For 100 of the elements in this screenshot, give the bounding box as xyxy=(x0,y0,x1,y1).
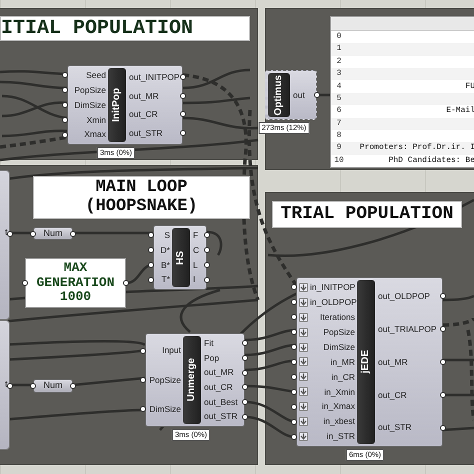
output-grip[interactable] xyxy=(70,383,76,389)
output-grip[interactable] xyxy=(7,231,13,237)
line-number: 4 xyxy=(336,82,342,91)
panel-text: 1000 xyxy=(60,290,92,306)
output-label: I xyxy=(193,275,196,284)
output-grip[interactable] xyxy=(440,293,446,300)
output-label: out_OLDPOP xyxy=(378,292,430,301)
wire xyxy=(317,94,330,96)
output-grip[interactable] xyxy=(180,130,186,136)
line-number: 8 xyxy=(336,132,342,140)
output-grip[interactable] xyxy=(204,276,210,283)
input-label: in_CR xyxy=(331,372,355,382)
output-grip[interactable] xyxy=(242,384,248,390)
input-label: D* xyxy=(160,246,170,254)
output-grip[interactable] xyxy=(242,354,248,361)
output-grip[interactable] xyxy=(440,392,446,398)
wire xyxy=(10,232,33,234)
output-label: out_MR xyxy=(378,358,408,366)
wire xyxy=(10,384,33,386)
component-nickname[interactable]: jEDE xyxy=(357,280,375,444)
output-grip[interactable] xyxy=(204,232,210,238)
output-label: C xyxy=(193,246,200,254)
line-number: 9 xyxy=(336,144,342,152)
number-param[interactable]: Num xyxy=(33,379,73,393)
input-label: DimSize xyxy=(323,342,355,352)
arrow-icon xyxy=(299,387,308,396)
output-grip[interactable] xyxy=(242,414,248,420)
line-number: 6 xyxy=(336,107,342,116)
scribble-text: MAIN LOOP xyxy=(94,178,188,198)
line-number: 7 xyxy=(336,120,342,128)
input-label: Seed xyxy=(86,71,106,80)
output-label: t xyxy=(5,228,8,237)
output-label: out_Best xyxy=(204,398,238,406)
output-label: out xyxy=(293,90,305,100)
arrow-icon xyxy=(299,298,308,307)
output-label: Fit xyxy=(204,339,214,348)
input-label: PopSize xyxy=(149,376,181,384)
input-label: DimSize xyxy=(74,100,106,110)
output-grip[interactable] xyxy=(123,280,129,286)
output-grip[interactable] xyxy=(242,370,248,376)
output-label: out_CR xyxy=(378,390,407,400)
component-nickname[interactable]: HS xyxy=(172,228,190,287)
arrow-icon xyxy=(299,417,308,426)
wire xyxy=(442,426,474,432)
number-param[interactable]: Num xyxy=(33,227,73,240)
component-nickname[interactable]: InitPop xyxy=(108,68,126,142)
panel-text: MAX xyxy=(64,260,88,276)
line-number: 0 xyxy=(336,33,342,42)
input-label: Input xyxy=(162,346,181,355)
wire xyxy=(442,294,474,302)
panel-text: GENERATION xyxy=(36,276,114,290)
input-label: PopSize xyxy=(74,86,106,94)
output-label: out_TRIALPOP xyxy=(378,324,437,334)
output-grip[interactable] xyxy=(7,383,13,389)
arrow-icon xyxy=(299,328,308,337)
input-label: Iterations xyxy=(320,313,355,322)
line-number: 1 xyxy=(336,45,342,54)
output-grip[interactable] xyxy=(180,92,186,99)
output-grip[interactable] xyxy=(242,340,248,346)
arrow-icon xyxy=(299,432,308,442)
arrow-icon xyxy=(299,282,308,292)
output-grip[interactable] xyxy=(314,92,320,98)
input-label: in_STR xyxy=(326,432,355,441)
output-label: out_MR xyxy=(204,368,234,377)
output-label: out_INITPOP xyxy=(129,73,180,82)
input-label: in_xbest xyxy=(323,417,355,426)
input-label: in_INITPOP xyxy=(310,283,356,292)
output-grip[interactable] xyxy=(440,358,446,365)
input-label: in_Xmax xyxy=(322,402,355,411)
output-grip[interactable] xyxy=(204,247,210,254)
output-label: t xyxy=(5,380,8,389)
line-number: 5 xyxy=(336,94,342,103)
output-grip[interactable] xyxy=(440,424,446,431)
output-grip[interactable] xyxy=(242,398,248,405)
output-label: out_STR xyxy=(378,423,412,432)
line-number: 10 xyxy=(333,156,345,165)
input-label: T* xyxy=(162,275,170,284)
arrow-icon xyxy=(299,342,308,352)
wire xyxy=(442,317,474,327)
output-grip[interactable] xyxy=(70,230,76,236)
output-label: F xyxy=(193,231,198,240)
output-grip[interactable] xyxy=(204,262,210,268)
line-number: 2 xyxy=(336,58,342,66)
arrow-icon xyxy=(299,372,308,382)
output-grip[interactable] xyxy=(440,326,446,332)
wire xyxy=(0,80,68,90)
component-nickname[interactable]: Optimus xyxy=(268,73,290,117)
input-label: Xmin xyxy=(86,116,106,124)
output-label: L xyxy=(193,260,198,270)
input-label: in_Xmin xyxy=(324,388,355,396)
panel-text: FU xyxy=(464,82,474,91)
component-nickname[interactable]: Unmerge xyxy=(183,336,201,424)
output-grip[interactable] xyxy=(180,111,186,118)
arrow-icon xyxy=(299,357,308,366)
panel-text: Promoters: Prof.Dr.ir. I xyxy=(358,144,474,152)
input-label: DimSize xyxy=(149,405,181,414)
input-label: in_OLDPOP xyxy=(310,298,357,307)
output-label: Pop xyxy=(204,354,220,362)
output-grip[interactable] xyxy=(180,74,186,80)
input-label: S xyxy=(164,231,170,240)
